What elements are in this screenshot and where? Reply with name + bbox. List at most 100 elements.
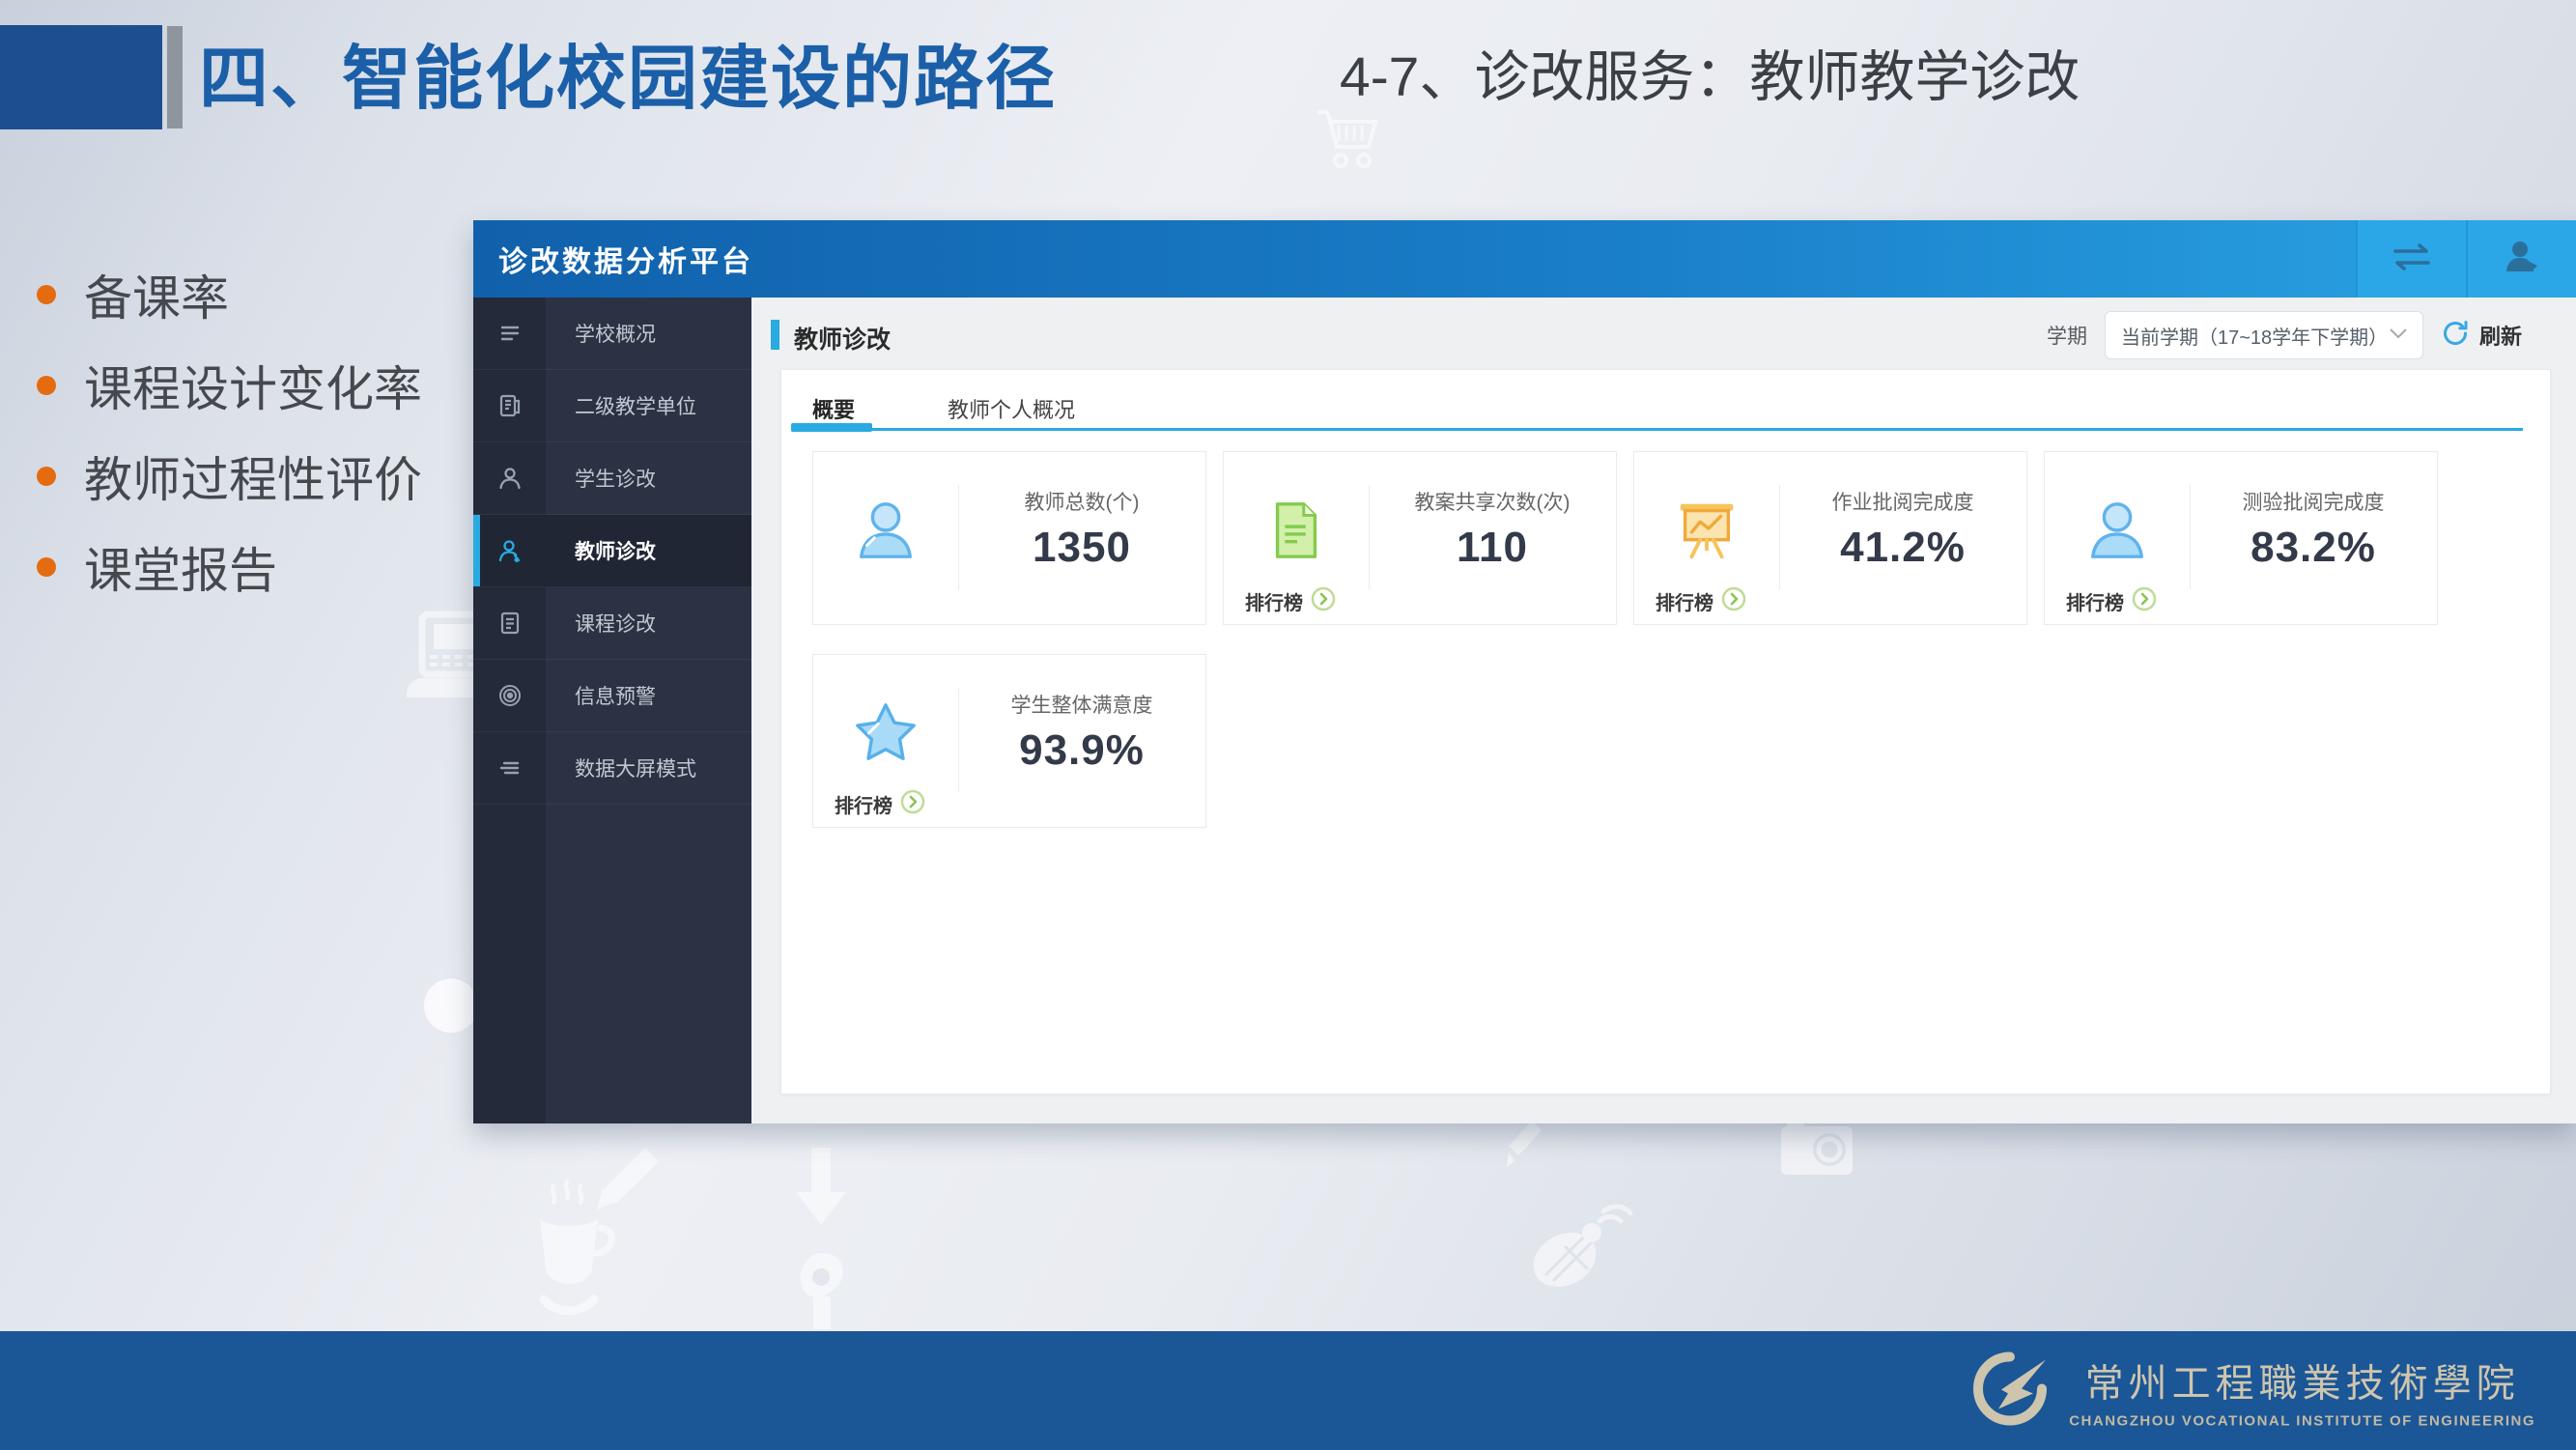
chevron-down-icon [2390,327,2407,344]
dashboard-header: 诊改数据分析平台 [473,220,2576,298]
refresh-icon [2441,319,2470,353]
course-doc-icon [473,610,546,637]
teacher-icon [473,537,546,564]
refresh-button[interactable]: 刷新 [2441,319,2522,353]
school-logo: 常州工程職業技術學院 CHANGZHOU VOCATIONAL INSTITUT… [1968,1347,2535,1435]
screen-lines-icon [473,754,546,782]
ranking-link[interactable]: 排行榜 [2066,586,2157,616]
card-divider [1369,485,1370,589]
card-label: 学生整体满意度 [1011,690,1153,719]
card-text: 作业批阅完成度 41.2% [1779,435,2026,624]
card-label: 教师总数(个) [1025,487,1140,516]
slide-title: 四、智能化校园建设的路径 [199,21,1057,123]
header-accent-bar [167,26,183,128]
sidebar-item-label: 信息预警 [575,681,656,710]
ranking-label: 排行榜 [2066,587,2124,615]
watermark-hand-icon [792,1248,850,1331]
sidebar-item-教师诊改[interactable]: 教师诊改 [473,515,751,587]
watermark-arrow-downleft-icon [587,1142,663,1217]
sidebar-item-label: 课程诊改 [575,609,656,638]
card-divider [1779,485,1780,589]
sidebar-item-学生诊改[interactable]: 学生诊改 [473,442,751,515]
tab-概要[interactable]: 概要 [812,393,855,424]
bullet-dot-icon [37,285,56,304]
card-divider [2190,485,2191,589]
sidebar-item-label: 学生诊改 [575,464,656,493]
ranking-chevron-icon [900,789,925,819]
card-value: 83.2% [2250,524,2376,572]
swap-button[interactable] [2356,220,2466,298]
ranking-chevron-icon [2132,586,2157,616]
sidebar-item-学校概况[interactable]: 学校概况 [473,298,751,370]
sidebar-item-数据大屏模式[interactable]: 数据大屏模式 [473,732,751,805]
bullet-dot-icon [37,557,56,577]
bullet-dot-icon [37,376,56,395]
app-title: 诊改数据分析平台 [498,238,753,280]
bullet-item: 教师过程性评价 [37,431,422,522]
bullet-item: 课程设计变化率 [37,340,422,431]
watermark-cart-icon [1314,104,1383,172]
semester-select[interactable]: 当前学期（17~18学年下学期） [2105,311,2423,359]
ranking-label: 排行榜 [1656,587,1713,615]
school-name-en: CHANGZHOU VOCATIONAL INSTITUTE OF ENGINE… [2069,1413,2535,1430]
stat-card: 作业批阅完成度 41.2% 排行榜 [1633,451,2027,625]
sidebar-item-label: 学校概况 [575,319,656,348]
target-icon [473,682,546,709]
card-value: 93.9% [1019,726,1145,775]
bullet-text: 教师过程性评价 [84,441,422,511]
building-icon [473,392,546,419]
card-divider [958,485,959,589]
user-icon [2505,241,2539,278]
header-accent-square [0,25,162,129]
ranking-label: 排行榜 [835,790,892,818]
sidebar: 学校概况 二级教学单位 学生诊改 教师诊改 课程诊改 信息预警 数据大屏模式 [473,298,751,1123]
toolbar: 学期 当前学期（17~18学年下学期） 刷新 [2047,310,2522,360]
card-value: 110 [1457,524,1528,572]
card-label: 教案共享次数(次) [1415,487,1571,516]
user-button[interactable] [2466,220,2576,298]
page-title: 教师诊改 [794,321,891,355]
sidebar-item-二级教学单位[interactable]: 二级教学单位 [473,370,751,442]
teacher-person-icon [813,452,958,624]
sidebar-item-信息预警[interactable]: 信息预警 [473,660,751,732]
watermark-camera-icon [1779,1117,1854,1177]
watermark-arrow-down-icon [794,1148,848,1233]
stat-card: 学生整体满意度 93.9% 排行榜 [812,654,1206,828]
school-emblem-icon [1968,1347,2052,1435]
student-icon [473,465,546,492]
card-value: 1350 [1033,524,1131,572]
active-tab-indicator [791,423,872,432]
bullet-text: 课程设计变化率 [84,351,422,420]
bullet-text: 课堂报告 [84,532,277,602]
dashboard-window: 诊改数据分析平台 [473,220,2576,1123]
main-content: 教师诊改 学期 当前学期（17~18学年下学期） [751,298,2576,1123]
ranking-link[interactable]: 排行榜 [1245,586,1336,616]
bullet-item: 备课率 [37,249,422,340]
stat-cards: 教师总数(个) 1350 教案共享次数(次) 110 排行榜 作业批阅完成度 4… [812,451,2531,828]
card-text: 测验批阅完成度 83.2% [2190,435,2437,624]
ranking-link[interactable]: 排行榜 [1656,586,1746,616]
refresh-label: 刷新 [2479,320,2522,351]
semester-value: 当前学期（17~18学年下学期） [2121,322,2388,350]
sidebar-item-label: 二级教学单位 [575,391,696,420]
card-text: 学生整体满意度 93.9% [958,638,1205,827]
ranking-chevron-icon [1311,586,1336,616]
ranking-link[interactable]: 排行榜 [835,789,925,819]
semester-label: 学期 [2047,321,2087,350]
footer-bar: 常州工程職業技術學院 CHANGZHOU VOCATIONAL INSTITUT… [0,1331,2576,1450]
sidebar-item-课程诊改[interactable]: 课程诊改 [473,587,751,660]
bullet-text: 备课率 [84,260,229,329]
menu-lines-icon [473,320,546,347]
tab-教师个人概况[interactable]: 教师个人概况 [948,393,1075,424]
card-label: 作业批阅完成度 [1832,487,1974,516]
tab-bar: 概要 教师个人概况 [812,393,1075,424]
ranking-label: 排行榜 [1245,587,1303,615]
sidebar-item-label: 数据大屏模式 [575,753,696,782]
watermark-circle [423,978,479,1034]
bullet-item: 课堂报告 [37,522,422,612]
tab-underline [791,428,2523,431]
school-name-cn: 常州工程職業技術學院 [2085,1352,2520,1408]
content-panel: 概要 教师个人概况 教师总数(个) 1350 教案共享次数(次) 110 排行榜 [780,369,2551,1095]
watermark-satellite-icon [1518,1186,1634,1302]
stat-card: 教师总数(个) 1350 [812,451,1206,625]
